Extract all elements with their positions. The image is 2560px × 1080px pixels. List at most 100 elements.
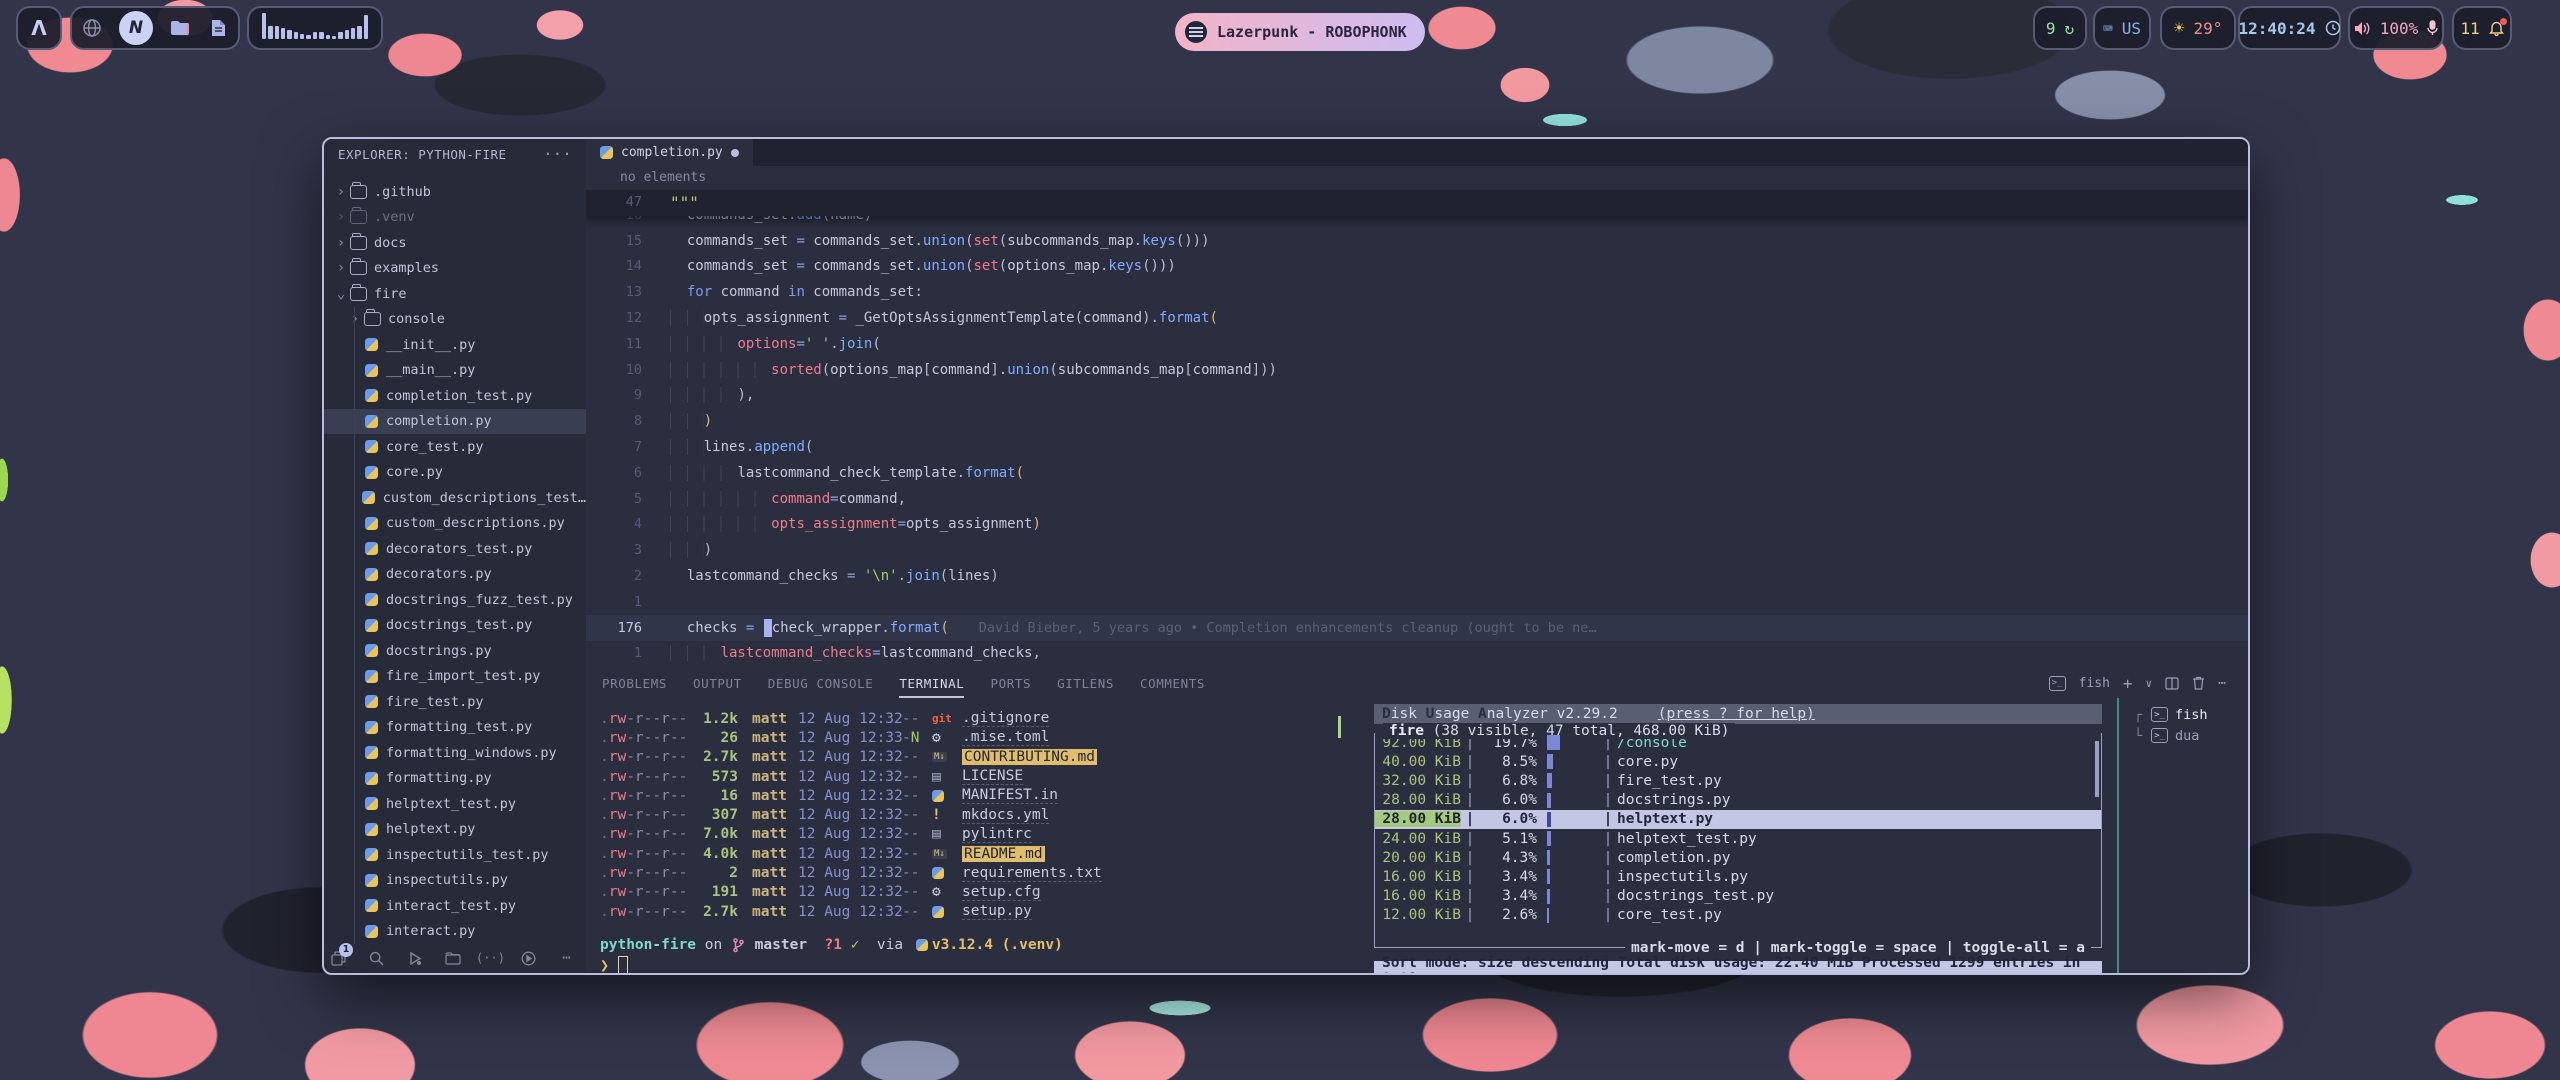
tree-item-docstrings-fuzz-test-py[interactable]: docstrings_fuzz_test.py: [324, 587, 586, 613]
dua-file-list[interactable]: fire (38 visible, 47 total, 468.00 KiB) …: [1374, 733, 2102, 948]
extensions-icon[interactable]: (··): [482, 950, 499, 967]
code-editor[interactable]: 16commands_set.add(name)15commands_set =…: [586, 188, 2248, 668]
tree-item-completion-test-py[interactable]: completion_test.py: [324, 383, 586, 409]
code-line[interactable]: 176checks = check_wrapper.format(David B…: [586, 615, 2248, 641]
tree-item-helptext-py[interactable]: helptext.py: [324, 817, 586, 843]
panel-tab-ports[interactable]: PORTS: [990, 668, 1031, 698]
sticky-scroll-line[interactable]: 47 """: [586, 190, 2248, 216]
more-views-icon[interactable]: ⋯: [558, 950, 575, 967]
terminal-scrollbar[interactable]: [1338, 716, 1341, 738]
weather-indicator[interactable]: ☀ 29°: [2160, 6, 2236, 50]
new-terminal-icon[interactable]: +: [2123, 674, 2133, 693]
code-line[interactable]: 5command=command,: [586, 486, 2248, 512]
tree-item-formatting-windows-py[interactable]: formatting_windows.py: [324, 740, 586, 766]
panel-sash[interactable]: [2117, 698, 2119, 973]
file-name[interactable]: MANIFEST.in: [962, 787, 1058, 804]
dua-row-inspectutils-py[interactable]: 16.00 KiB|3.4%|inspectutils.py: [1375, 867, 2101, 886]
code-line[interactable]: 3): [586, 537, 2248, 563]
dua-row-completion-py[interactable]: 20.00 KiB|4.3%|completion.py: [1375, 848, 2101, 867]
tree-item-docs[interactable]: ›docs: [324, 230, 586, 256]
audio-indicator[interactable]: 100%: [2348, 6, 2444, 50]
file-name[interactable]: CONTRIBUTING.md: [962, 749, 1097, 765]
code-line[interactable]: 10sorted(options_map[command].union(subc…: [586, 357, 2248, 383]
code-line[interactable]: 9),: [586, 383, 2248, 409]
terminal-output[interactable]: .rw-r--r--1.2kmatt12 Aug 12:32--git.giti…: [600, 709, 1340, 921]
tab-completion-py[interactable]: completion.py: [586, 139, 753, 166]
modified-dot-icon[interactable]: [731, 149, 739, 157]
panel-tab-debug-console[interactable]: DEBUG CONSOLE: [768, 668, 874, 698]
clock-indicator[interactable]: 12:40:24: [2238, 6, 2341, 50]
tree-item-helptext-test-py[interactable]: helptext_test.py: [324, 791, 586, 817]
file-name[interactable]: .gitignore: [962, 710, 1049, 727]
file-name[interactable]: setup.cfg: [962, 884, 1041, 901]
neovim-workspace-icon[interactable]: N: [119, 11, 153, 45]
dua-row-helptext-test-py[interactable]: 24.00 KiB|5.1%|helptext_test.py: [1375, 829, 2101, 848]
panel-tab-terminal[interactable]: TERMINAL: [899, 668, 964, 698]
tree-item--github[interactable]: ›.github: [324, 179, 586, 205]
shell-input-line[interactable]: ❯: [600, 956, 628, 974]
tree-item-docstrings-test-py[interactable]: docstrings_test.py: [324, 613, 586, 639]
code-line[interactable]: 11options=' '.join(: [586, 331, 2248, 357]
tree-item-interact-test-py[interactable]: interact_test.py: [324, 893, 586, 919]
code-line[interactable]: 4opts_assignment=opts_assignment): [586, 512, 2248, 538]
keyboard-layout-indicator[interactable]: ⌨ US: [2093, 6, 2151, 50]
dua-row-docstrings-test-py[interactable]: 16.00 KiB|3.4%|docstrings_test.py: [1375, 887, 2101, 906]
workspace-switcher[interactable]: N: [70, 6, 240, 50]
dua-row-core-test-py[interactable]: 12.00 KiB|2.6%|core_test.py: [1375, 906, 2101, 925]
file-name[interactable]: pylintrc: [962, 826, 1032, 843]
code-line[interactable]: 15commands_set = commands_set.union(set(…: [586, 228, 2248, 254]
updates-indicator[interactable]: 9 ↻: [2033, 6, 2087, 50]
file-name[interactable]: README.md: [962, 846, 1045, 862]
explorer-more-icon[interactable]: ···: [543, 145, 572, 163]
globe-icon[interactable]: [81, 17, 103, 39]
code-line[interactable]: 1: [586, 589, 2248, 615]
folder-icon[interactable]: [169, 17, 191, 39]
dua-row-helptext-py[interactable]: 28.00 KiB|6.0%|helptext.py: [1375, 810, 2101, 829]
shell-label[interactable]: fish: [2079, 676, 2110, 691]
code-line[interactable]: 7lines.append(: [586, 434, 2248, 460]
tree-item-interact-py[interactable]: interact.py: [324, 919, 586, 945]
run-task-icon[interactable]: [520, 950, 537, 967]
tree-item-fire-test-py[interactable]: fire_test.py: [324, 689, 586, 715]
panel-tab-problems[interactable]: PROBLEMS: [602, 668, 667, 698]
terminal-list-item-fish[interactable]: ┌>_fish: [2134, 704, 2244, 725]
dua-pane[interactable]: Disk Usage Analyzer v2.29.2 (press ? for…: [1374, 704, 2102, 975]
tree-item-custom-descriptions-py[interactable]: custom_descriptions.py: [324, 511, 586, 537]
trash-icon[interactable]: [2192, 676, 2205, 690]
file-name[interactable]: mkdocs.yml: [962, 807, 1049, 824]
dua-row-fire-test-py[interactable]: 32.00 KiB|6.8%|fire_test.py: [1375, 771, 2101, 790]
code-line[interactable]: 2lastcommand_checks = '\n'.join(lines): [586, 563, 2248, 589]
tree-item-formatting-py[interactable]: formatting.py: [324, 766, 586, 792]
code-line[interactable]: 13for command in commands_set:: [586, 279, 2248, 305]
tree-item-decorators-test-py[interactable]: decorators_test.py: [324, 536, 586, 562]
chevron-down-icon[interactable]: ∨: [2146, 677, 2153, 690]
tree-item-decorators-py[interactable]: decorators.py: [324, 562, 586, 588]
tree-item--init-py[interactable]: __init__.py: [324, 332, 586, 358]
tree-item-core-test-py[interactable]: core_test.py: [324, 434, 586, 460]
tree-item-core-py[interactable]: core.py: [324, 460, 586, 486]
panel-tab-output[interactable]: OUTPUT: [693, 668, 742, 698]
file-name[interactable]: .mise.toml: [962, 729, 1049, 746]
file-icon[interactable]: [207, 17, 229, 39]
code-line[interactable]: 6lastcommand_check_template.format(: [586, 460, 2248, 486]
file-name[interactable]: setup.py: [962, 903, 1032, 920]
panel-tab-gitlens[interactable]: GITLENS: [1057, 668, 1114, 698]
tree-item-console[interactable]: ›console: [324, 307, 586, 333]
explorer-view-icon[interactable]: 1: [330, 950, 347, 967]
code-line[interactable]: 12opts_assignment = _GetOptsAssignmentTe…: [586, 305, 2248, 331]
tree-item-inspectutils-test-py[interactable]: inspectutils_test.py: [324, 842, 586, 868]
split-terminal-icon[interactable]: [2165, 677, 2179, 690]
run-debug-icon[interactable]: [406, 950, 423, 967]
search-icon[interactable]: [368, 950, 385, 967]
dua-row-core-py[interactable]: 40.00 KiB|8.5%|core.py: [1375, 752, 2101, 771]
launcher-button[interactable]: Λ: [16, 6, 62, 50]
tree-item-examples[interactable]: ›examples: [324, 256, 586, 282]
dua-row-docstrings-py[interactable]: 28.00 KiB|6.0%|docstrings.py: [1375, 791, 2101, 810]
notifications-indicator[interactable]: 11: [2452, 6, 2512, 50]
tree-item-completion-py[interactable]: completion.py: [324, 409, 586, 435]
tree-item-custom-descriptions-test-[interactable]: custom_descriptions_test…: [324, 485, 586, 511]
code-line[interactable]: 8): [586, 408, 2248, 434]
file-name[interactable]: LICENSE: [962, 768, 1023, 785]
tree-item--venv[interactable]: ›.venv: [324, 205, 586, 231]
tree-item-formatting-test-py[interactable]: formatting_test.py: [324, 715, 586, 741]
